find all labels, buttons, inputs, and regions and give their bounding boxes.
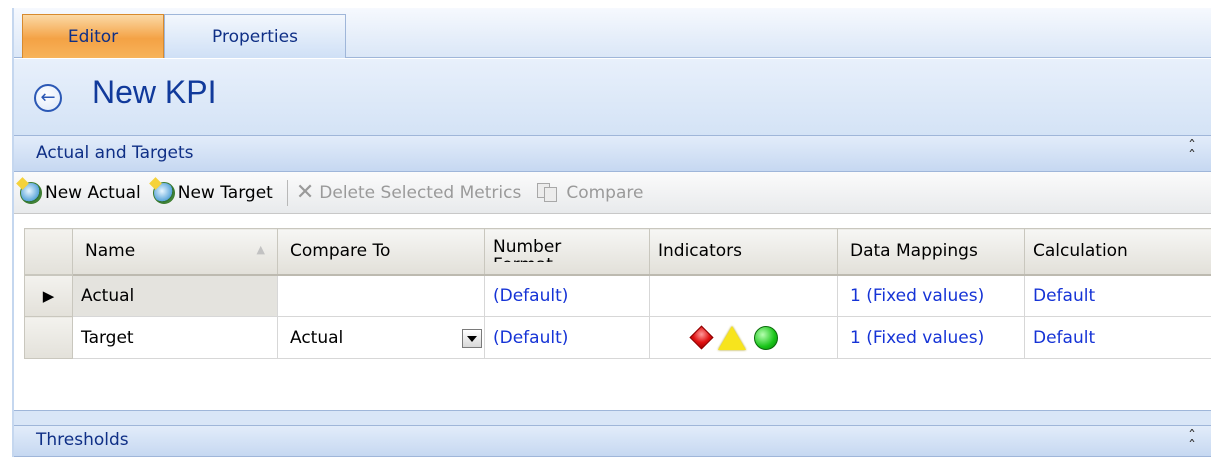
new-metric-icon [20,181,42,204]
red-diamond-icon [689,325,714,350]
column-header-label: Data Mappings [850,241,978,262]
section-thresholds[interactable]: Thresholds ˆˆ [14,425,1211,457]
column-header-compare-to[interactable]: Compare To [277,228,485,276]
current-row-pointer-icon: ▶ [42,286,55,305]
grid-header-row: Name ▲ Compare To Number Format Indicato… [24,228,1211,276]
column-header-label: Calculation [1033,241,1128,262]
column-header-calculation[interactable]: Calculation [1024,228,1211,276]
new-actual-label: New Actual [45,182,141,203]
dropdown-arrow-icon[interactable] [462,329,482,348]
green-circle-icon [754,325,778,350]
delete-x-icon: ✕ [295,179,315,205]
table-row[interactable]: ▶ Actual (Default) 1 (Fixed values) Defa… [24,274,1211,317]
back-arrow-icon[interactable]: ← [34,84,62,112]
table-row[interactable]: Target Actual (Default) 1 (Fixed values)… [24,316,1211,359]
row-selector-header [24,228,73,276]
compare-label: Compare [566,182,644,203]
compare-icon [537,182,559,203]
cell-compare-to[interactable] [277,274,485,317]
metrics-toolbar: New Actual New Target ✕ Delete Selected … [14,172,1211,214]
toolbar-separator [286,179,288,206]
cell-name[interactable]: Target [72,316,278,359]
section-label: Actual and Targets [36,143,194,163]
delete-selected-label: Delete Selected Metrics [319,182,522,203]
collapse-chevron-icon[interactable]: ˆˆ [1183,428,1199,454]
section-actual-and-targets[interactable]: Actual and Targets ˆˆ [14,135,1211,172]
new-target-button[interactable]: New Target [152,181,273,204]
grid-empty-area [14,365,1211,411]
cell-indicators[interactable] [649,274,838,317]
cell-compare-to[interactable]: Actual [277,316,485,359]
new-actual-button[interactable]: New Actual [20,181,141,204]
tab-strip: Editor Properties [14,8,1211,58]
new-target-label: New Target [177,182,273,203]
delete-selected-metrics-button[interactable]: ✕ Delete Selected Metrics [295,179,522,205]
cell-data-mappings-link[interactable]: 1 (Fixed values) [837,274,1025,317]
row-selector[interactable]: ▶ [24,274,73,317]
yellow-triangle-icon [718,325,746,350]
new-metric-icon [152,181,175,204]
cell-data-mappings-link[interactable]: 1 (Fixed values) [837,316,1025,359]
cell-calculation-link[interactable]: Default [1024,274,1211,317]
kpi-editor-panel: Editor Properties ← New KPI Actual and T… [12,8,1211,457]
collapse-chevron-icon[interactable]: ˆˆ [1183,138,1199,164]
compare-button[interactable]: Compare [537,182,644,203]
column-header-label: Name [85,241,136,262]
sort-ascending-icon: ▲ [256,243,265,256]
cell-indicators[interactable] [649,316,838,359]
cell-number-format-link[interactable]: (Default) [484,274,650,317]
column-header-indicators[interactable]: Indicators [649,228,838,276]
tab-properties[interactable]: Properties [164,14,346,58]
section-divider [14,411,1211,425]
column-header-label: Number [493,237,562,258]
column-header-label: Indicators [658,241,742,262]
column-header-number-format[interactable]: Number Format [484,228,650,276]
column-header-name[interactable]: Name ▲ [72,228,278,276]
page-title: New KPI [92,74,217,110]
tab-editor[interactable]: Editor [22,14,164,58]
metrics-grid: Name ▲ Compare To Number Format Indicato… [24,228,1211,359]
column-header-label-clipped: Format [493,256,649,262]
cell-number-format-link[interactable]: (Default) [484,316,650,359]
compare-to-value: Actual [290,327,344,348]
indicator-set [658,325,837,350]
row-selector[interactable] [24,316,73,359]
column-header-label: Compare To [290,241,391,262]
title-band: ← New KPI [14,59,1211,135]
cell-name[interactable]: Actual [72,274,278,317]
section-label: Thresholds [36,430,129,450]
column-header-data-mappings[interactable]: Data Mappings [837,228,1025,276]
cell-calculation-link[interactable]: Default [1024,316,1211,359]
